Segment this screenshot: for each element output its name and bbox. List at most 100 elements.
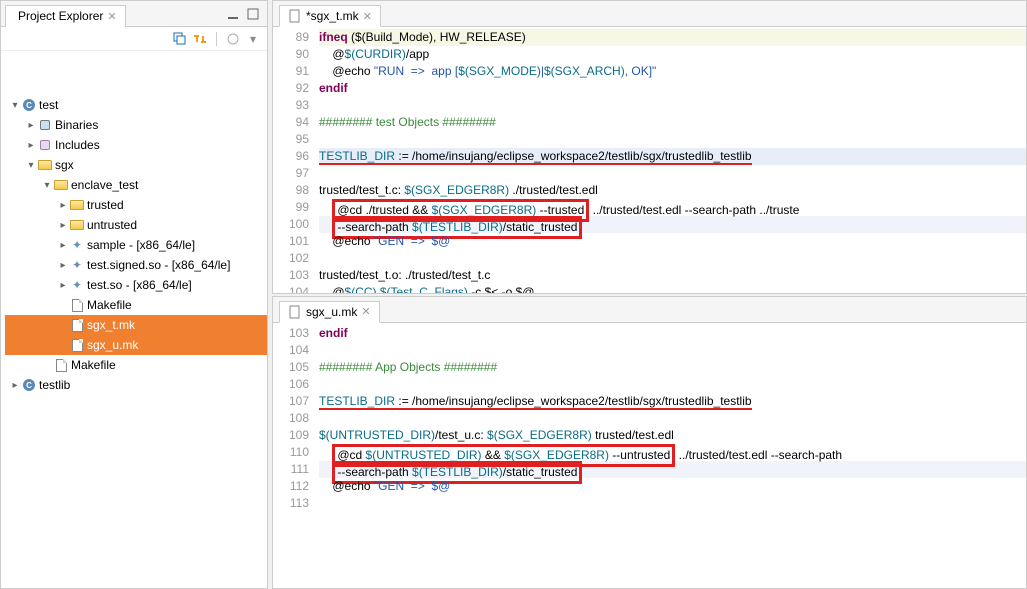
expand-arrow-icon[interactable]: ▸: [57, 240, 69, 251]
line-number: 103: [273, 267, 309, 284]
code-line[interactable]: ifneq ($(Build_Mode), HW_RELEASE): [319, 29, 1026, 46]
editor-tab-sgx-t[interactable]: *sgx_t.mk ✕: [279, 5, 381, 27]
code-line[interactable]: --search-path $(TESTLIB_DIR)/static_trus…: [319, 216, 1026, 233]
tree-item[interactable]: ▸✦test.so - [x86_64/le]: [5, 275, 267, 295]
expand-arrow-icon[interactable]: ▸: [57, 260, 69, 271]
code-line[interactable]: [319, 495, 1026, 512]
project-explorer-view: Project Explorer ✕ ▾ ▾Ctest▸Binaries▸Inc…: [0, 0, 268, 589]
tree-item-label: enclave_test: [71, 178, 138, 192]
code-line[interactable]: [319, 250, 1026, 267]
line-number: 91: [273, 63, 309, 80]
code-line[interactable]: endif: [319, 325, 1026, 342]
tree-item[interactable]: ▸trusted: [5, 195, 267, 215]
code-line[interactable]: TESTLIB_DIR := /home/insujang/eclipse_wo…: [319, 148, 1026, 165]
code-line[interactable]: trusted/test_t.c: $(SGX_EDGER8R) ./trust…: [319, 182, 1026, 199]
code-line[interactable]: [319, 131, 1026, 148]
gear-icon: ✦: [69, 258, 85, 272]
tree-item[interactable]: ▸✦test.signed.so - [x86_64/le]: [5, 255, 267, 275]
tree-item-label: Makefile: [71, 358, 116, 372]
tree-item[interactable]: Makefile: [5, 295, 267, 315]
line-number: 111: [273, 461, 309, 478]
editor-body-top[interactable]: 8990919293949596979899100101102103104105…: [273, 27, 1026, 293]
minimize-view-button[interactable]: [225, 6, 241, 22]
code-line[interactable]: @echo "RUN => app [$(SGX_MODE)|$(SGX_ARC…: [319, 63, 1026, 80]
expand-arrow-icon[interactable]: ▸: [9, 380, 21, 391]
code-line[interactable]: @echo "GEN => $@": [319, 478, 1026, 495]
focus-task-icon[interactable]: [225, 31, 241, 47]
code-line[interactable]: ######## App Objects ########: [319, 359, 1026, 376]
line-number: 104: [273, 284, 309, 293]
line-number: 105: [273, 359, 309, 376]
expand-arrow-icon[interactable]: ▾: [41, 180, 53, 191]
inc-icon: [37, 138, 53, 152]
code-line[interactable]: ######## test Objects ########: [319, 114, 1026, 131]
tree-item[interactable]: ▸Binaries: [5, 115, 267, 135]
view-tab-label: Project Explorer: [18, 9, 103, 23]
folder-icon: [37, 158, 53, 172]
expand-arrow-icon[interactable]: ▾: [25, 160, 37, 171]
code-content[interactable]: ifneq ($(Build_Mode), HW_RELEASE) @$(CUR…: [319, 27, 1026, 293]
code-line[interactable]: @cd $(UNTRUSTED_DIR) && $(SGX_EDGER8R) -…: [319, 444, 1026, 461]
line-number: 96: [273, 148, 309, 165]
tree-item[interactable]: ▾sgx: [5, 155, 267, 175]
code-line[interactable]: [319, 165, 1026, 182]
editor-bottom: sgx_u.mk ✕ 10310410510610710810911011111…: [272, 296, 1027, 589]
expand-arrow-icon[interactable]: ▸: [25, 120, 37, 131]
code-line[interactable]: TESTLIB_DIR := /home/insujang/eclipse_wo…: [319, 393, 1026, 410]
collapse-all-icon[interactable]: [172, 31, 188, 47]
code-line[interactable]: @$(CURDIR)/app: [319, 46, 1026, 63]
expand-arrow-icon[interactable]: ▸: [57, 280, 69, 291]
editor-tabs-bottom: sgx_u.mk ✕: [273, 297, 1026, 323]
editor-tab-sgx-u[interactable]: sgx_u.mk ✕: [279, 301, 380, 323]
file-icon: [288, 9, 302, 23]
close-icon[interactable]: ✕: [363, 10, 372, 23]
file-icon: [53, 358, 69, 372]
line-number: 93: [273, 97, 309, 114]
expand-arrow-icon[interactable]: ▾: [9, 100, 21, 111]
link-editor-icon[interactable]: [192, 31, 208, 47]
code-line[interactable]: [319, 342, 1026, 359]
code-line[interactable]: @cd ./trusted && $(SGX_EDGER8R) --truste…: [319, 199, 1026, 216]
editor-tab-label: sgx_u.mk: [306, 305, 357, 319]
view-menu-icon[interactable]: ▾: [245, 31, 261, 47]
code-line[interactable]: endif: [319, 80, 1026, 97]
code-line[interactable]: trusted/test_t.o: ./trusted/test_t.c: [319, 267, 1026, 284]
tree-item[interactable]: ▸Ctestlib: [5, 375, 267, 395]
line-number: 102: [273, 250, 309, 267]
tree-item[interactable]: sgx_u.mk: [5, 335, 267, 355]
view-tab-project-explorer[interactable]: Project Explorer ✕: [5, 5, 126, 27]
code-line[interactable]: $(UNTRUSTED_DIR)/test_u.c: $(SGX_EDGER8R…: [319, 427, 1026, 444]
code-line[interactable]: [319, 410, 1026, 427]
expand-arrow-icon[interactable]: ▸: [57, 220, 69, 231]
line-number: 108: [273, 410, 309, 427]
line-number: 109: [273, 427, 309, 444]
code-line[interactable]: [319, 97, 1026, 114]
line-number: 95: [273, 131, 309, 148]
maximize-view-button[interactable]: [245, 6, 261, 22]
line-gutter: 8990919293949596979899100101102103104105…: [273, 27, 319, 293]
close-icon[interactable]: ✕: [361, 305, 370, 318]
line-number: 98: [273, 182, 309, 199]
file-icon: [69, 338, 85, 352]
editor-body-bottom[interactable]: 103104105106107108109110111112113 endif#…: [273, 323, 1026, 589]
tree-item[interactable]: ▸✦sample - [x86_64/le]: [5, 235, 267, 255]
code-content[interactable]: endif ######## App Objects ######## TESTLI…: [319, 323, 1026, 589]
code-line[interactable]: @$(CC) $(Test_C_Flags) -c $< -o $@: [319, 284, 1026, 293]
file-icon: [288, 305, 302, 319]
project-tree[interactable]: ▾Ctest▸Binaries▸Includes▾sgx▾enclave_tes…: [1, 51, 267, 588]
expand-arrow-icon[interactable]: ▸: [57, 200, 69, 211]
tree-item[interactable]: ▾Ctest: [5, 95, 267, 115]
tree-item[interactable]: ▾ enclave_test: [5, 175, 267, 195]
expand-arrow-icon[interactable]: ▸: [25, 140, 37, 151]
tree-item[interactable]: ▸Includes: [5, 135, 267, 155]
close-icon[interactable]: ✕: [107, 10, 116, 23]
tree-item[interactable]: Makefile: [5, 355, 267, 375]
line-number: 104: [273, 342, 309, 359]
tree-item[interactable]: ▸untrusted: [5, 215, 267, 235]
tree-item[interactable]: sgx_t.mk: [5, 315, 267, 335]
folder-icon: [53, 178, 69, 192]
code-line[interactable]: @echo "GEN => $@": [319, 233, 1026, 250]
tree-item-label: sgx_t.mk: [87, 318, 135, 332]
editor-area: *sgx_t.mk ✕ 8990919293949596979899100101…: [268, 0, 1027, 589]
code-line[interactable]: [319, 376, 1026, 393]
